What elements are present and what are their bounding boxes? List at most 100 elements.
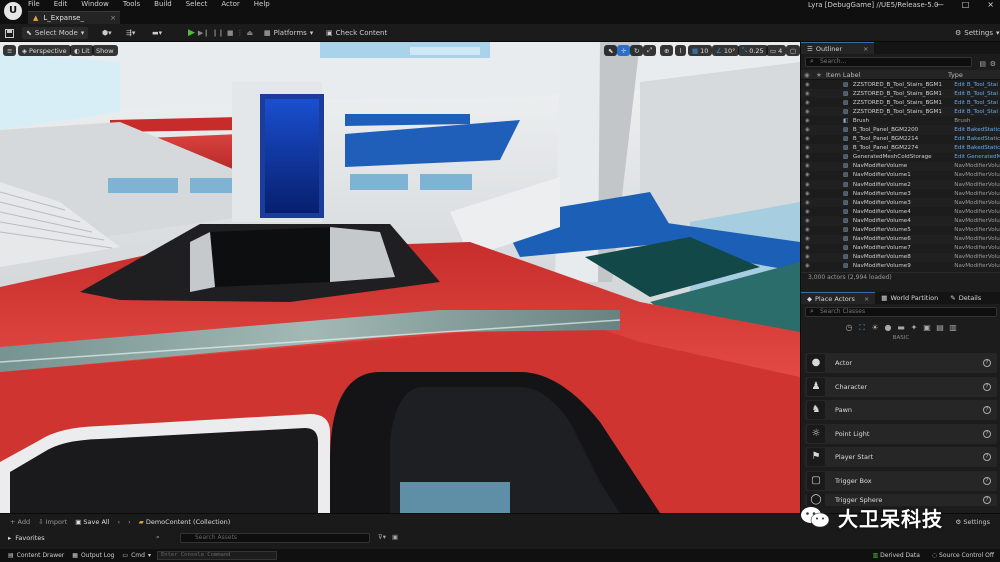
- forward-icon[interactable]: ›: [128, 518, 131, 526]
- outliner-row[interactable]: ◉ ▧ NavModifierVolume9 NavModifierVolu: [801, 262, 1000, 271]
- check-content-button[interactable]: ▣ Check Content: [326, 27, 387, 39]
- class-search-input[interactable]: Search Classes: [805, 307, 997, 317]
- select-tool-button[interactable]: ⬉: [604, 45, 618, 56]
- outliner-row[interactable]: ◉ ▧ GeneratedMeshColdStorage Edit Generated…: [801, 153, 1000, 162]
- outliner-row[interactable]: ◉ ▧ NavModifierVolume8 NavModifierVolu: [801, 252, 1000, 262]
- camera-speed-button[interactable]: ▭ 4: [766, 45, 787, 56]
- light-icon[interactable]: ☀: [871, 323, 880, 332]
- outliner-row-type[interactable]: Edit BakedStatic: [954, 127, 1000, 133]
- cinematics-button[interactable]: ▬▾: [152, 27, 162, 39]
- outliner-row-type[interactable]: Edit BakedStatic: [954, 145, 1000, 151]
- minimize-icon[interactable]: —: [936, 0, 944, 9]
- outliner-row[interactable]: ◉ ▧ NavModifierVolume3 NavModifierVolu: [801, 198, 1000, 208]
- outliner-row-type[interactable]: Edit B_Tool_Stai: [954, 91, 1000, 97]
- close-tab-icon[interactable]: ×: [863, 45, 868, 53]
- settings-button[interactable]: ⚙ Settings ▾: [955, 27, 1000, 39]
- eject-icon[interactable]: ⏏: [247, 29, 254, 37]
- place-actor-item[interactable]: ▢ Trigger Box?: [805, 470, 997, 491]
- eye-icon[interactable]: ◉: [805, 254, 813, 260]
- eye-icon[interactable]: ◉: [804, 71, 816, 79]
- cinematic-icon[interactable]: ▬: [897, 323, 906, 332]
- save-all-button[interactable]: ▣ Save All: [75, 518, 109, 526]
- perspective-button[interactable]: ◈ Perspective: [18, 45, 71, 56]
- close-tab-icon[interactable]: ×: [110, 14, 116, 22]
- menu-actor[interactable]: Actor: [221, 0, 239, 9]
- help-icon[interactable]: ?: [983, 476, 991, 485]
- eye-icon[interactable]: ◉: [805, 154, 813, 160]
- help-icon[interactable]: ?: [983, 496, 991, 504]
- rotation-snap-button[interactable]: ∠ 10°: [712, 45, 740, 56]
- save-search-icon[interactable]: ▣: [392, 533, 398, 541]
- place-actor-item[interactable]: ☼ Point Light?: [805, 423, 997, 444]
- eye-icon[interactable]: ◉: [805, 118, 813, 124]
- select-mode-dropdown[interactable]: ⬉ Select Mode ▾: [22, 27, 89, 39]
- viewport-scene[interactable]: [0, 42, 800, 513]
- outliner-row[interactable]: ◉ ▧ NavModifierVolume1 NavModifierVolu: [801, 171, 1000, 180]
- tab-details[interactable]: ✎ Details: [944, 292, 987, 304]
- derived-data-button[interactable]: ▥ Derived Data: [873, 552, 920, 559]
- add-button[interactable]: + Add: [10, 518, 30, 526]
- col-item-label[interactable]: Item Label: [826, 71, 948, 79]
- eye-icon[interactable]: ◉: [805, 91, 813, 97]
- outliner-row[interactable]: ◉ ▧ NavModifierVolume6 NavModifierVolu: [801, 234, 1000, 244]
- world-local-button[interactable]: ⊕: [660, 45, 674, 56]
- content-drawer-button[interactable]: ▤ Content Drawer: [8, 552, 64, 559]
- translate-tool-button[interactable]: ✛: [617, 45, 631, 56]
- shapes-icon[interactable]: ●: [884, 323, 893, 332]
- menu-window[interactable]: Window: [81, 0, 109, 9]
- outliner-row-type[interactable]: Edit B_Tool_Stai: [954, 82, 1000, 88]
- outliner-row[interactable]: ◉ ▧ NavModifierVolume NavModifierVolu: [801, 161, 1000, 171]
- place-actor-item[interactable]: ♞ Pawn?: [805, 400, 997, 420]
- outliner-row[interactable]: ◉ ▧ NavModifierVolume2 NavModifierVolu: [801, 180, 1000, 190]
- outliner-search-input[interactable]: Search...: [805, 57, 972, 67]
- outliner-row[interactable]: ◉ ▧ B_Tool_Panel_BGM2214 Edit BakedStatic: [801, 135, 1000, 144]
- eye-icon[interactable]: ◉: [805, 200, 813, 206]
- eye-icon[interactable]: ◉: [805, 218, 813, 224]
- save-icon[interactable]: [5, 27, 14, 39]
- add-content-button[interactable]: ⬢▾: [102, 27, 112, 39]
- outliner-list[interactable]: ◉ ▧ ZZSTORED_B_Tool_Stairs_BGM1 Edit B_Tool…: [801, 80, 1000, 272]
- lit-button[interactable]: ◐ Lit: [70, 45, 94, 56]
- geometry-icon[interactable]: ▣: [923, 323, 932, 332]
- eye-icon[interactable]: ◉: [805, 172, 813, 178]
- outliner-row[interactable]: ◉ ▧ B_Tool_Panel_BGM2274 Edit BakedStatic: [801, 143, 1000, 153]
- rotate-tool-button[interactable]: ↻: [630, 45, 644, 56]
- outliner-row[interactable]: ◉ ▧ ZZSTORED_B_Tool_Stairs_BGM1 Edit B_Tool…: [801, 98, 1000, 107]
- pin-icon[interactable]: ★: [816, 71, 826, 79]
- menu-help[interactable]: Help: [254, 0, 270, 9]
- eye-icon[interactable]: ◉: [805, 136, 813, 142]
- help-icon[interactable]: ?: [983, 453, 991, 461]
- place-actor-item[interactable]: ⚑ Player Start?: [805, 447, 997, 467]
- eye-icon[interactable]: ◉: [805, 145, 813, 151]
- outliner-row[interactable]: ◉ ▧ ZZSTORED_B_Tool_Stairs_BGM1 Edit B_Tool…: [801, 107, 1000, 117]
- show-button[interactable]: Show: [92, 45, 118, 56]
- menu-build[interactable]: Build: [154, 0, 172, 9]
- outliner-row-type[interactable]: Edit B_Tool_Stai: [954, 100, 1000, 106]
- eye-icon[interactable]: ◉: [805, 263, 813, 269]
- pause-icon[interactable]: ❙❙: [212, 29, 224, 37]
- all-classes-icon[interactable]: ▥: [949, 323, 958, 332]
- gear-icon[interactable]: ⚙: [990, 60, 996, 68]
- level-tab[interactable]: ▲ L_Expanse_ ×: [28, 11, 120, 24]
- visual-effects-icon[interactable]: ✦: [910, 323, 919, 332]
- outliner-row[interactable]: ◉ ▧ NavModifierVolume4 NavModifierVolu: [801, 207, 1000, 216]
- level-viewport[interactable]: ≡ ◈ Perspective ◐ Lit Show ⬉ ✛ ↻ ⤢ ⊕ ⌇ ▦…: [0, 42, 800, 513]
- import-button[interactable]: ⇩ Import: [38, 518, 67, 526]
- help-icon[interactable]: ?: [983, 382, 991, 391]
- outliner-row[interactable]: ◉ ▧ NavModifierVolume4 NavModifierVolu: [801, 216, 1000, 226]
- outliner-row-type[interactable]: Edit GeneratedM: [954, 154, 1000, 160]
- recent-icon[interactable]: ◷: [845, 323, 854, 332]
- viewport-options-button[interactable]: ≡: [3, 45, 17, 56]
- unreal-logo-icon[interactable]: U: [4, 2, 22, 20]
- help-icon[interactable]: ?: [983, 359, 991, 367]
- play-options-icon[interactable]: ⋮: [237, 29, 244, 37]
- blueprint-button[interactable]: ⇶▾: [126, 27, 135, 39]
- source-control-button[interactable]: ◌ Source Control Off: [932, 552, 994, 559]
- scale-tool-button[interactable]: ⤢: [643, 45, 657, 56]
- content-settings-button[interactable]: ⚙ Settings: [955, 518, 990, 526]
- basic-icon[interactable]: ⛶: [858, 323, 867, 332]
- tab-world-partition[interactable]: ▦ World Partition: [875, 292, 944, 304]
- expand-icon[interactable]: ▸: [8, 534, 11, 542]
- outliner-row[interactable]: ◉ ▧ NavModifierVolume3 NavModifierVolu: [801, 189, 1000, 198]
- volumes-icon[interactable]: ▤: [936, 323, 945, 332]
